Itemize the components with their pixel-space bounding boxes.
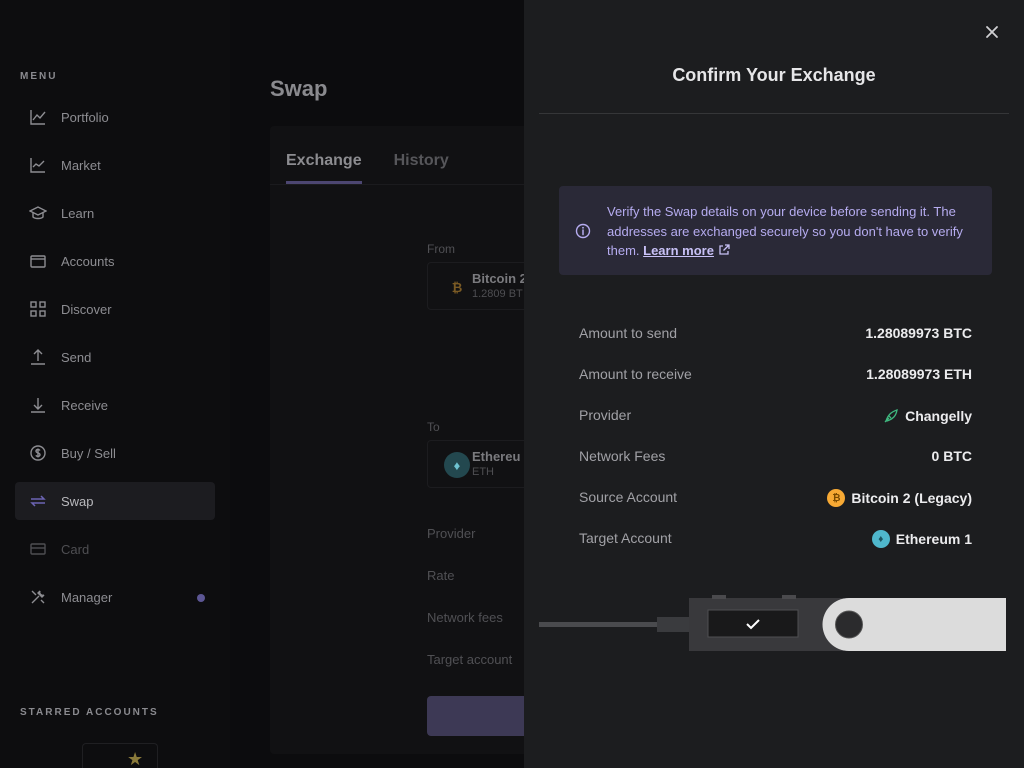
menu-heading: MENU	[20, 71, 58, 82]
bitcoin-icon: ₿	[827, 489, 846, 507]
detail-value: ♦ Ethereum 1	[871, 530, 972, 548]
ethereum-icon: ♦	[444, 452, 470, 478]
drawer-divider	[539, 113, 1009, 114]
dollar-icon	[29, 444, 47, 462]
ethereum-icon: ♦	[871, 530, 890, 548]
wallet-icon	[29, 252, 47, 270]
detail-row-target-account: Target Account ♦ Ethereum 1	[579, 530, 972, 571]
sidebar-item-send[interactable]: Send	[15, 338, 215, 376]
sidebar-item-label: Buy / Sell	[61, 445, 116, 461]
summary-rate-label: Rate	[427, 568, 455, 583]
detail-row-network-fees: Network Fees 0 BTC	[579, 448, 972, 489]
info-icon	[575, 223, 591, 239]
detail-label: Amount to receive	[579, 366, 692, 382]
sidebar-item-discover[interactable]: Discover	[15, 290, 215, 328]
sidebar-item-market[interactable]: Market	[15, 146, 215, 184]
grid-icon	[29, 300, 47, 318]
sidebar-item-label: Manager	[61, 589, 113, 605]
summary-target-account-label: Target account	[427, 652, 513, 667]
detail-label: Amount to send	[579, 325, 678, 341]
detail-row-source-account: Source Account ₿ Bitcoin 2 (Legacy)	[579, 489, 972, 530]
chart-line-icon	[29, 108, 47, 126]
detail-label: Network Fees	[579, 448, 666, 464]
drawer-title: Confirm Your Exchange	[672, 65, 876, 85]
card-icon	[29, 540, 47, 558]
hardware-device-illustration	[539, 595, 1006, 651]
sidebar: MENU Portfolio Market Learn Accounts Dis…	[0, 0, 230, 768]
learn-more-label: Learn more	[643, 243, 714, 258]
sidebar-nav: Portfolio Market Learn Accounts Discover…	[15, 98, 215, 626]
sidebar-item-buy-sell[interactable]: Buy / Sell	[15, 434, 215, 472]
external-link-icon	[719, 244, 730, 255]
target-account-value: Ethereum 1	[895, 531, 972, 547]
notification-dot	[197, 594, 205, 602]
tools-icon	[29, 588, 47, 606]
exchange-details: Amount to send 1.28089973 BTC Amount to …	[579, 325, 972, 571]
graduation-cap-icon	[29, 204, 47, 222]
star-icon: ★	[127, 749, 144, 768]
from-label: From	[427, 242, 455, 256]
sidebar-item-accounts[interactable]: Accounts	[15, 242, 215, 280]
starred-accounts-heading: STARRED ACCOUNTS	[20, 707, 159, 718]
alert-message: Verify the Swap details on your device b…	[607, 202, 977, 261]
sidebar-item-label: Swap	[61, 493, 94, 509]
market-icon	[29, 156, 47, 174]
app-window: MENU Portfolio Market Learn Accounts Dis…	[0, 0, 1024, 768]
swap-icon	[29, 492, 47, 510]
sidebar-item-manager[interactable]: Manager	[15, 578, 215, 616]
sidebar-item-card[interactable]: Card	[15, 530, 215, 568]
learn-more-link[interactable]: Learn more	[643, 243, 730, 258]
detail-row-provider: Provider Changelly	[579, 407, 972, 448]
sidebar-item-portfolio[interactable]: Portfolio	[15, 98, 215, 136]
detail-value: Changelly	[882, 407, 972, 425]
summary-provider-label: Provider	[427, 526, 476, 541]
summary-network-fees-label: Network fees	[427, 610, 503, 625]
close-icon	[986, 26, 998, 38]
amount-receive-value: 1.28089973 ETH	[866, 366, 972, 382]
sidebar-item-label: Portfolio	[61, 109, 109, 125]
sidebar-item-label: Receive	[61, 397, 108, 413]
tab-exchange[interactable]: Exchange	[286, 152, 362, 184]
source-account-value: Bitcoin 2 (Legacy)	[851, 490, 972, 506]
arrow-up-icon	[29, 348, 47, 366]
detail-row-amount-send: Amount to send 1.28089973 BTC	[579, 325, 972, 366]
arrow-down-icon	[29, 396, 47, 414]
detail-label: Source Account	[579, 489, 678, 505]
changelly-icon	[884, 409, 898, 423]
from-account-name: Bitcoin 2	[472, 271, 527, 286]
sidebar-item-label: Market	[61, 157, 101, 173]
detail-label: Target Account	[579, 530, 672, 546]
provider-value: Changelly	[905, 408, 972, 424]
confirm-exchange-drawer: Confirm Your Exchange Verify the Swap de…	[524, 0, 1024, 768]
sidebar-item-label: Learn	[61, 205, 95, 221]
to-label: To	[427, 420, 440, 434]
sidebar-item-label: Send	[61, 349, 92, 365]
detail-value: 1.28089973 ETH	[866, 366, 972, 382]
sidebar-item-label: Card	[61, 541, 90, 557]
sidebar-item-receive[interactable]: Receive	[15, 386, 215, 424]
close-button[interactable]	[982, 22, 1002, 42]
network-fees-value: 0 BTC	[931, 448, 972, 464]
swap-tabs: Exchange History	[286, 152, 481, 184]
to-account-ticker: ETH	[472, 466, 494, 478]
bitcoin-icon: ₿	[451, 279, 463, 295]
info-alert: Verify the Swap details on your device b…	[559, 186, 992, 275]
detail-value: ₿ Bitcoin 2 (Legacy)	[827, 489, 972, 507]
tab-history[interactable]: History	[394, 152, 449, 184]
to-account-name: Ethereu	[472, 449, 521, 464]
from-account-balance: 1.2809 BT	[472, 288, 523, 300]
sidebar-item-label: Accounts	[61, 253, 115, 269]
sidebar-item-label: Discover	[61, 301, 112, 317]
sidebar-item-swap[interactable]: Swap	[15, 482, 215, 520]
page-title: Swap	[270, 76, 328, 101]
detail-label: Provider	[579, 407, 632, 423]
detail-value: 0 BTC	[932, 448, 972, 464]
detail-value: 1.28089973 BTC	[865, 325, 972, 341]
amount-send-value: 1.28089973 BTC	[865, 325, 972, 341]
detail-row-amount-receive: Amount to receive 1.28089973 ETH	[579, 366, 972, 407]
starred-account-card[interactable]: ★	[82, 743, 158, 768]
sidebar-item-learn[interactable]: Learn	[15, 194, 215, 232]
